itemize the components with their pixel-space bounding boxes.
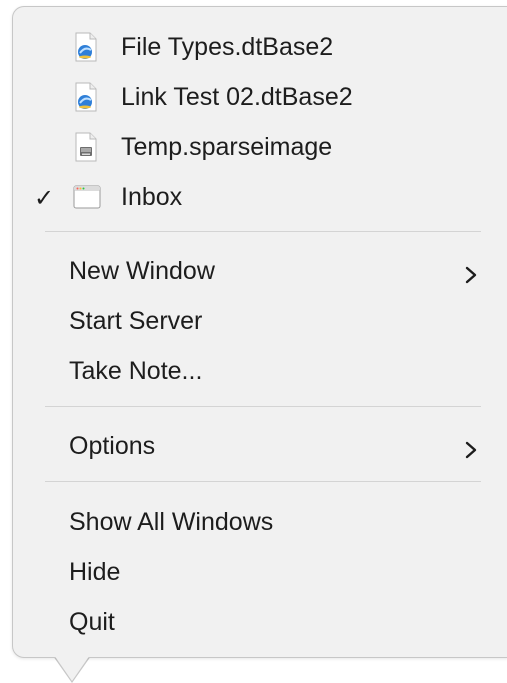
dtbase-file-icon [73, 32, 99, 62]
menu-item-label: New Window [69, 257, 215, 285]
menu-item-label: Temp.sparseimage [121, 133, 333, 161]
chevron-right-icon [462, 262, 480, 284]
menu-item-label: Start Server [69, 307, 203, 335]
inbox-window-icon [73, 184, 101, 214]
checkmark-icon: ✓ [34, 185, 55, 212]
menu-item-file-types[interactable]: File Types.dtBase2 [13, 24, 507, 70]
menu-item-options[interactable]: Options [13, 423, 507, 469]
menu-item-label: File Types.dtBase2 [121, 33, 334, 61]
menu-item-label: Show All Windows [69, 508, 274, 536]
menu-item-label: Inbox [121, 183, 183, 211]
menu-item-hide[interactable]: Hide [13, 549, 507, 595]
menu-separator [45, 406, 481, 407]
menu-item-temp-sparseimage[interactable]: Temp.sparseimage [13, 124, 507, 170]
menu-item-show-all-windows[interactable]: Show All Windows [13, 499, 507, 545]
menu-item-take-note[interactable]: Take Note... [13, 348, 507, 394]
menu-item-label: Hide [69, 558, 121, 586]
menu-item-label: Link Test 02.dtBase2 [121, 83, 353, 111]
dock-context-menu: File Types.dtBase2 Link Test 02.dtBase2 [12, 6, 507, 658]
dtbase-file-icon [73, 82, 99, 112]
menu-item-link-test[interactable]: Link Test 02.dtBase2 [13, 74, 507, 120]
menu-separator [45, 481, 481, 482]
menu-item-start-server[interactable]: Start Server [13, 298, 507, 344]
menu-item-label: Quit [69, 608, 115, 636]
menu-separator [45, 231, 481, 232]
menu-pointer [54, 655, 90, 681]
menu-item-quit[interactable]: Quit [13, 599, 507, 645]
menu-item-inbox[interactable]: ✓ Inbox [13, 174, 507, 220]
menu-item-new-window[interactable]: New Window [13, 248, 507, 294]
chevron-right-icon [462, 437, 480, 459]
menu-item-label: Options [69, 432, 156, 460]
disk-image-file-icon [73, 132, 99, 162]
menu-item-label: Take Note... [69, 357, 203, 385]
